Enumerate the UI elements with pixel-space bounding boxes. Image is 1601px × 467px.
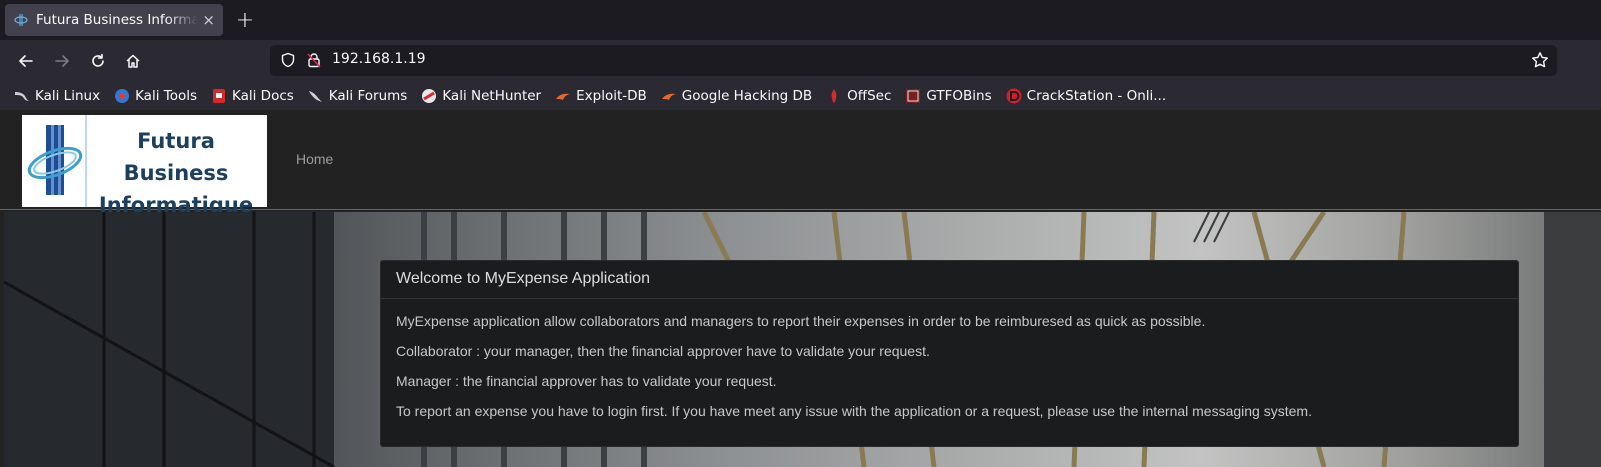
site-favicon-icon bbox=[14, 14, 28, 26]
kali-forums-icon bbox=[308, 90, 322, 102]
crackstation-icon bbox=[1006, 88, 1022, 103]
kali-tools-icon bbox=[115, 88, 130, 103]
back-arrow-icon bbox=[19, 55, 33, 67]
bookmark-label: Kali Linux bbox=[35, 87, 101, 104]
back-button[interactable] bbox=[12, 47, 40, 75]
new-tab-button[interactable]: + bbox=[231, 6, 259, 34]
tracking-protection-shield-icon[interactable] bbox=[280, 52, 296, 68]
panel-paragraph: Manager : the financial approver has to … bbox=[396, 373, 777, 389]
home-button[interactable] bbox=[119, 47, 147, 75]
bookmark-crackstation[interactable]: CrackStation - Onli... bbox=[1006, 87, 1167, 104]
bookmark-label: OffSec bbox=[847, 87, 892, 104]
panel-body: MyExpense application allow collaborator… bbox=[381, 299, 1518, 420]
logo-text: Futura Business Informatique bbox=[86, 125, 266, 221]
kali-docs-icon bbox=[213, 88, 225, 103]
bookmark-gtfobins[interactable]: GTFOBins bbox=[905, 87, 992, 104]
gtfobins-icon bbox=[906, 88, 921, 103]
bookmark-star-icon[interactable] bbox=[1531, 51, 1549, 69]
panel-paragraph: Collaborator : your manager, then the fi… bbox=[396, 343, 930, 359]
bookmark-kali-tools[interactable]: Kali Tools bbox=[114, 88, 197, 104]
offsec-icon bbox=[831, 88, 837, 103]
bookmark-label: Kali NetHunter bbox=[442, 87, 542, 104]
panel-paragraph: To report an expense you have to login f… bbox=[396, 403, 1312, 419]
navigation-toolbar: 192.168.1.19 bbox=[0, 40, 1601, 81]
bookmark-label: CrackStation - Onli... bbox=[1026, 87, 1167, 104]
bookmark-kali-forums[interactable]: Kali Forums bbox=[308, 87, 408, 104]
exploit-db-icon bbox=[556, 93, 571, 100]
bookmark-label: GTFOBins bbox=[926, 87, 992, 104]
bookmark-exploit-db[interactable]: Exploit-DB bbox=[555, 88, 647, 104]
panel-paragraph: MyExpense application allow collaborator… bbox=[396, 313, 1206, 329]
bookmark-kali-docs[interactable]: Kali Docs bbox=[211, 88, 294, 104]
kali-dragon-icon bbox=[15, 91, 29, 101]
tab-close-icon[interactable]: × bbox=[202, 12, 215, 28]
tab-strip: Futura Business Informatique × + bbox=[0, 0, 1601, 40]
forward-button[interactable] bbox=[48, 47, 76, 75]
url-text[interactable]: 192.168.1.19 bbox=[332, 51, 426, 67]
bookmark-label: Kali Forums bbox=[328, 87, 408, 104]
tab-title: Futura Business Informatique bbox=[36, 12, 199, 28]
building-logo-icon bbox=[27, 115, 87, 207]
logo-line-1: Futura Business bbox=[123, 129, 229, 185]
site-navbar: Futura Business Informatique Home bbox=[0, 110, 1601, 217]
bookmark-google-hacking-db[interactable]: Google Hacking DB bbox=[661, 88, 812, 104]
bookmark-label: Kali Docs bbox=[232, 87, 294, 104]
bookmark-offsec[interactable]: OffSec bbox=[826, 88, 891, 104]
insecure-lock-icon[interactable] bbox=[306, 52, 322, 68]
panel-title: Welcome to MyExpense Application bbox=[381, 261, 1518, 299]
reload-button[interactable] bbox=[84, 47, 112, 75]
nethunter-icon bbox=[422, 88, 437, 103]
bookmark-label: Exploit-DB bbox=[576, 87, 647, 104]
browser-tab[interactable]: Futura Business Informatique × bbox=[5, 4, 223, 36]
bookmarks-toolbar: Kali Linux Kali Tools Kali Docs Kali For… bbox=[0, 81, 1601, 110]
ghdb-icon bbox=[661, 93, 676, 100]
bookmark-label: Google Hacking DB bbox=[681, 87, 813, 104]
bookmark-kali-linux[interactable]: Kali Linux bbox=[14, 88, 100, 104]
bookmark-kali-nethunter[interactable]: Kali NetHunter bbox=[421, 88, 541, 104]
welcome-panel: Welcome to MyExpense Application MyExpen… bbox=[380, 260, 1519, 447]
address-bar[interactable]: 192.168.1.19 bbox=[270, 45, 1557, 76]
bookmark-label: Kali Tools bbox=[135, 87, 197, 104]
web-page: Futura Business Informatique Home Welcom… bbox=[0, 110, 1601, 467]
site-logo[interactable]: Futura Business Informatique bbox=[22, 115, 267, 217]
nav-home-link[interactable]: Home bbox=[296, 151, 333, 167]
home-icon bbox=[126, 54, 140, 68]
reload-icon bbox=[92, 53, 104, 67]
forward-arrow-icon bbox=[55, 55, 69, 67]
